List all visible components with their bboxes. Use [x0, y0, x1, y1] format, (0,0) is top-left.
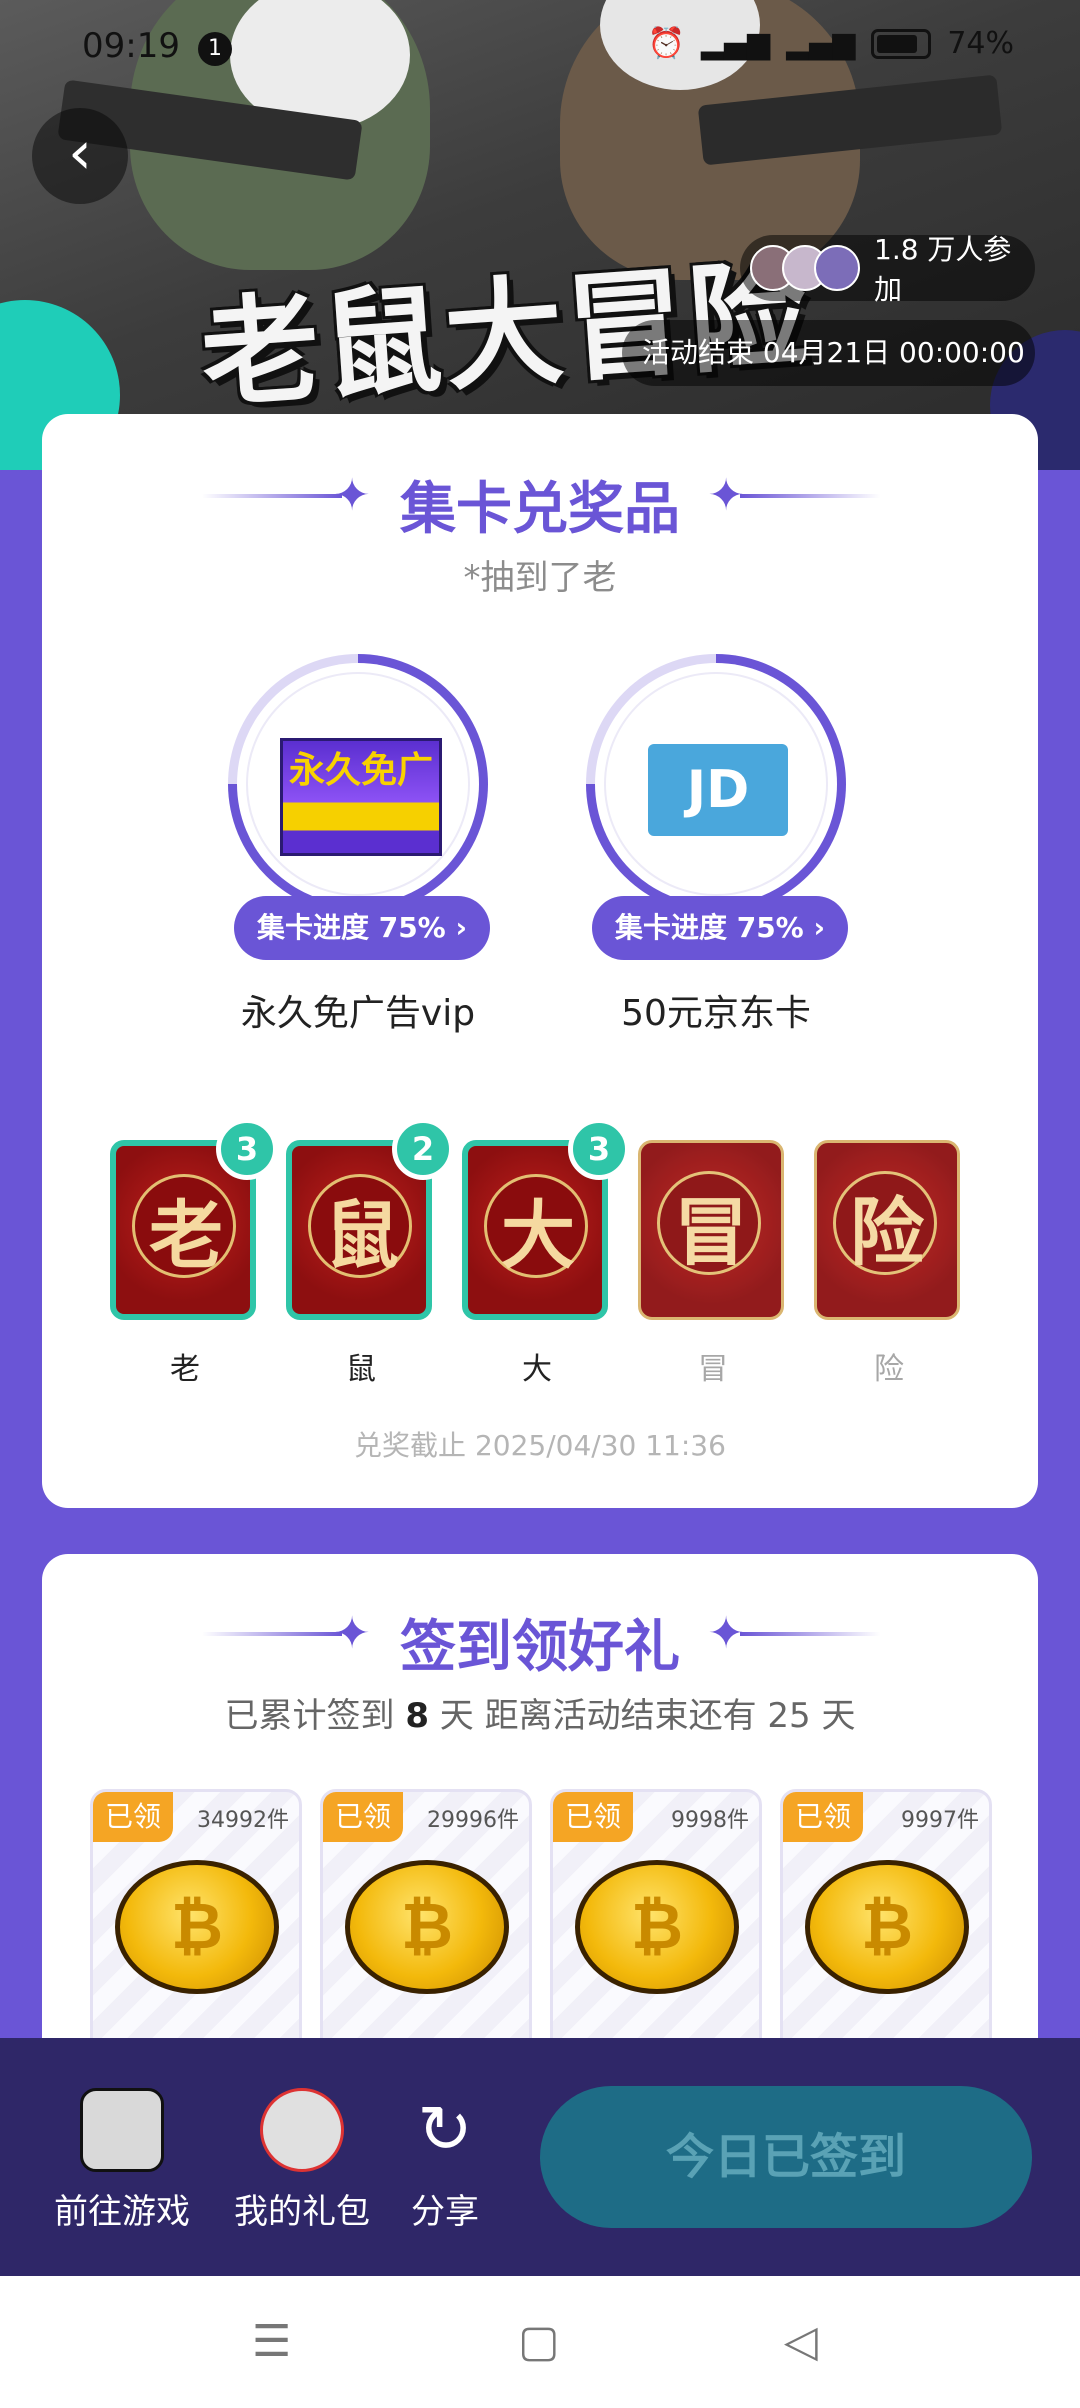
card-character: 大 — [501, 1193, 575, 1279]
signed-today-button[interactable]: 今日已签到 — [540, 2086, 1032, 2228]
status-icons: ⏰ ▂▄▆ ▂▄▆ 74% — [648, 26, 1014, 61]
my-gift-button[interactable]: 我的礼包 — [222, 2088, 382, 2233]
card-count-badge: 3 — [216, 1118, 278, 1180]
signal-icon: ▂▄▆ — [700, 26, 771, 61]
activity-end-time: 活动结束 04月21日 00:00:00 — [622, 320, 1035, 386]
claimed-tag: 已领 — [93, 1792, 173, 1842]
status-time: 09:19 — [82, 26, 180, 66]
coin-icon: ₿ — [805, 1860, 969, 1994]
coin-icon: ₿ — [345, 1860, 509, 1994]
share-label: 分享 — [411, 2192, 479, 2232]
coin-icon: ₿ — [115, 1860, 279, 1994]
system-nav-bar: ☰ ▢ ◁ — [0, 2276, 1080, 2408]
menu-icon[interactable]: ☰ — [252, 2316, 291, 2367]
reward-quantity: 9998件 — [671, 1808, 749, 1833]
reward-quantity: 29996件 — [427, 1808, 519, 1833]
prize-vip[interactable]: 永久免广 集卡进度 75% › 永久免广告vip — [228, 654, 490, 1054]
reward-quantity: 9997件 — [901, 1808, 979, 1833]
back-button[interactable]: ‹ — [32, 108, 128, 204]
gift-avatar-icon — [260, 2088, 344, 2172]
back-triangle-icon[interactable]: ◁ — [784, 2316, 818, 2367]
title-decoration — [740, 494, 880, 498]
redeem-deadline: 兑奖截止 2025/04/30 11:36 — [354, 1429, 726, 1462]
home-icon[interactable]: ▢ — [518, 2316, 560, 2367]
claimed-tag: 已领 — [323, 1792, 403, 1842]
card-label: 大 — [522, 1352, 552, 1387]
bottom-action-bar: 前往游戏 我的礼包 ↻ 分享 今日已签到 — [0, 2038, 1080, 2276]
reward-quantity: 34992件 — [197, 1808, 289, 1833]
game-icon — [80, 2088, 164, 2172]
claimed-tag: 已领 — [783, 1792, 863, 1842]
signin-days: 8 — [405, 1696, 429, 1736]
card-count-badge: 3 — [568, 1118, 630, 1180]
go-to-game-button[interactable]: 前往游戏 — [42, 2088, 202, 2233]
share-icon: ↻ — [417, 2091, 473, 2168]
coin-icon: ₿ — [575, 1860, 739, 1994]
notification-badge: 1 — [198, 32, 232, 66]
battery-level: 74% — [947, 26, 1014, 61]
card-label: 冒 — [698, 1352, 728, 1387]
prize-name: 50元京东卡 — [621, 993, 811, 1034]
card-character: 老 — [149, 1193, 223, 1279]
prize-name: 永久免广告vip — [240, 993, 476, 1034]
progress-pill[interactable]: 集卡进度 75% › — [234, 896, 490, 960]
card-label: 鼠 — [346, 1352, 376, 1387]
chevron-left-icon: ‹ — [68, 118, 92, 188]
participants-count: 1.8 万人参加 — [874, 233, 1012, 306]
card-face: 冒 — [638, 1140, 784, 1320]
title-decoration — [740, 1632, 880, 1636]
share-button[interactable]: ↻ 分享 — [400, 2088, 490, 2233]
go-to-game-label: 前往游戏 — [54, 2192, 190, 2232]
card-character: 鼠 — [325, 1193, 399, 1279]
section-title: 集卡兑奖品 — [400, 477, 680, 542]
avatar — [814, 245, 860, 291]
card-count-badge: 2 — [392, 1118, 454, 1180]
collect-cards-panel: ✦ 集卡兑奖品 ✦ *抽到了老 永久免广 集卡进度 75% › 永久免广告vip… — [42, 414, 1038, 1508]
prize-jd-card[interactable]: JD 集卡进度 75% › 50元京东卡 — [586, 654, 848, 1054]
signal-icon: ▂▄▆ — [786, 26, 856, 61]
status-bar: 09:19 1 ⏰ ▂▄▆ ▂▄▆ 74% — [0, 0, 1080, 96]
battery-icon — [871, 28, 932, 59]
claimed-tag: 已领 — [553, 1792, 633, 1842]
card-label: 老 — [170, 1352, 200, 1387]
section-subtitle: *抽到了老 — [463, 558, 617, 598]
progress-pill[interactable]: 集卡进度 75% › — [592, 896, 848, 960]
card-label: 险 — [874, 1352, 904, 1387]
alarm-icon: ⏰ — [647, 26, 685, 61]
avatar-stack — [750, 245, 860, 291]
vip-prize-image: 永久免广 — [280, 738, 442, 856]
participants-pill: 1.8 万人参加 — [740, 233, 1035, 306]
card-character: 险 — [850, 1190, 924, 1276]
my-gift-label: 我的礼包 — [234, 2192, 370, 2232]
card-character: 冒 — [674, 1190, 748, 1276]
jd-card-image: JD — [648, 744, 788, 836]
signin-summary: 已累计签到 8 天 距离活动结束还有 25 天 — [224, 1696, 856, 1736]
section-title: 签到领好礼 — [400, 1615, 680, 1680]
card-face: 险 — [814, 1140, 960, 1320]
